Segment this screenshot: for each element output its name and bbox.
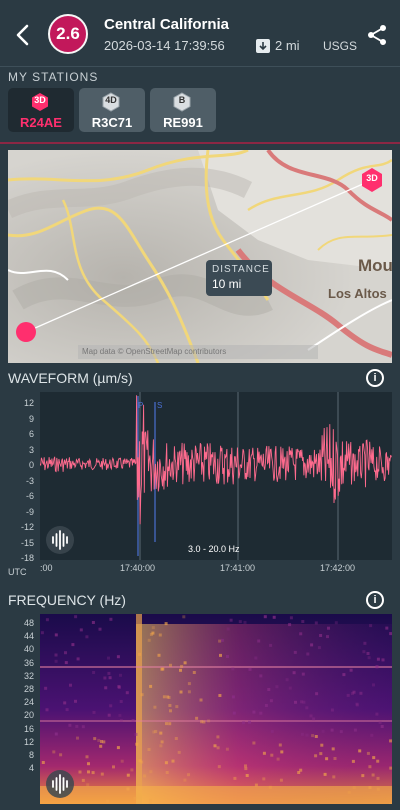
utc-label: UTC: [8, 567, 27, 577]
y-tick-label: -3: [25, 475, 34, 486]
stations-label: MY STATIONS: [8, 70, 99, 84]
station-code: RE991: [163, 115, 203, 130]
p-wave-label: P: [138, 401, 143, 410]
distance-tooltip-label: DISTANCE: [212, 264, 270, 275]
y-tick-label: -15: [20, 537, 34, 548]
filter-band-label: 3.0 - 20.0 Hz: [188, 544, 240, 554]
station-badge-text: 4D: [105, 95, 117, 105]
map-canvas: [8, 150, 392, 363]
sound-wave-icon: [52, 530, 68, 550]
event-map[interactable]: 3D Mou Los Altos: [8, 150, 392, 363]
station-badge-text: 3D: [34, 95, 46, 105]
s-wave-label: S: [157, 401, 162, 410]
play-audio-button[interactable]: [46, 526, 74, 554]
frequency-title: FREQUENCY (Hz): [8, 592, 126, 608]
y-tick-label: 28: [23, 684, 34, 694]
y-tick-label: -9: [25, 506, 34, 517]
distance-tooltip: DISTANCE 10 mi: [206, 260, 272, 296]
y-tick-label: 4: [28, 763, 34, 774]
waveform-canvas: P S: [39, 392, 392, 560]
event-datetime: 2026-03-14 17:39:56: [104, 38, 225, 53]
y-tick-label: 20: [23, 710, 34, 721]
station-chip-r3c71[interactable]: 4D R3C71: [79, 88, 145, 132]
y-tick-label: 32: [23, 670, 34, 681]
station-chip-r24ae[interactable]: 3D R24AE: [8, 88, 74, 132]
y-tick-label: -18: [20, 553, 34, 563]
back-chevron-icon[interactable]: [10, 22, 36, 48]
waveform-plot[interactable]: P S 3.0 - 20.0 Hz: [39, 392, 392, 560]
x-tick-label: :00: [40, 563, 53, 573]
y-tick-label: -6: [25, 491, 34, 501]
x-tick-label: 17:40:00: [120, 563, 156, 573]
y-tick-label: 0: [28, 460, 34, 470]
waveform-title: WAVEFORM (µm/s): [8, 370, 133, 386]
y-tick-label: 48: [23, 618, 34, 628]
spectrogram-canvas: [40, 614, 392, 804]
header-divider: [0, 66, 400, 67]
y-tick-label: 16: [23, 723, 34, 734]
y-tick-label: 3: [28, 444, 34, 455]
station-badge-text: B: [178, 95, 186, 105]
spectrogram-plot[interactable]: [40, 614, 392, 804]
frequency-info-icon[interactable]: i: [366, 591, 384, 609]
down-arrow-icon: [256, 38, 270, 53]
header-bar: 2.6 Central California 2026-03-14 17:39:…: [0, 0, 400, 66]
station-marker-label: 3D: [366, 173, 378, 183]
share-icon[interactable]: [366, 24, 388, 46]
station-chips: 3D R24AE 4D R3C71 B RE991: [8, 88, 216, 132]
y-tick-label: 6: [28, 429, 34, 439]
event-title: Central California: [104, 16, 230, 33]
x-tick-label: 17:42:00: [320, 563, 356, 573]
y-tick-label: 36: [23, 657, 34, 668]
place-label: Mou: [358, 256, 392, 275]
sound-wave-icon: [52, 774, 68, 794]
station-chip-re991[interactable]: B RE991: [150, 88, 216, 132]
y-tick-label: 40: [23, 644, 34, 655]
station-code: R3C71: [91, 115, 133, 130]
station-code: R24AE: [20, 115, 62, 130]
y-tick-label: -12: [20, 522, 34, 532]
y-tick-label: 12: [23, 736, 34, 747]
selection-underline: [0, 142, 400, 144]
place-label: Los Altos: [328, 286, 387, 301]
distance-tooltip-value: 10 mi: [212, 277, 242, 291]
data-source: USGS: [323, 39, 358, 53]
y-tick-label: 9: [28, 413, 34, 424]
epicenter-marker[interactable]: [16, 322, 36, 342]
waveform-info-icon[interactable]: i: [366, 369, 384, 387]
x-tick-label: 17:41:00: [220, 563, 256, 573]
y-tick-label: 44: [23, 631, 34, 642]
map-attribution[interactable]: Map data © OpenStreetMap contributors: [78, 345, 318, 359]
y-tick-label: 8: [28, 750, 34, 760]
y-tick-label: 12: [23, 398, 34, 408]
event-distance: 2 mi: [256, 38, 300, 53]
play-audio-button[interactable]: [46, 770, 74, 798]
distance-text: 2 mi: [275, 38, 300, 53]
y-tick-label: 24: [23, 697, 34, 708]
magnitude-badge: 2.6: [48, 14, 88, 54]
waveform-trace: [39, 395, 392, 525]
